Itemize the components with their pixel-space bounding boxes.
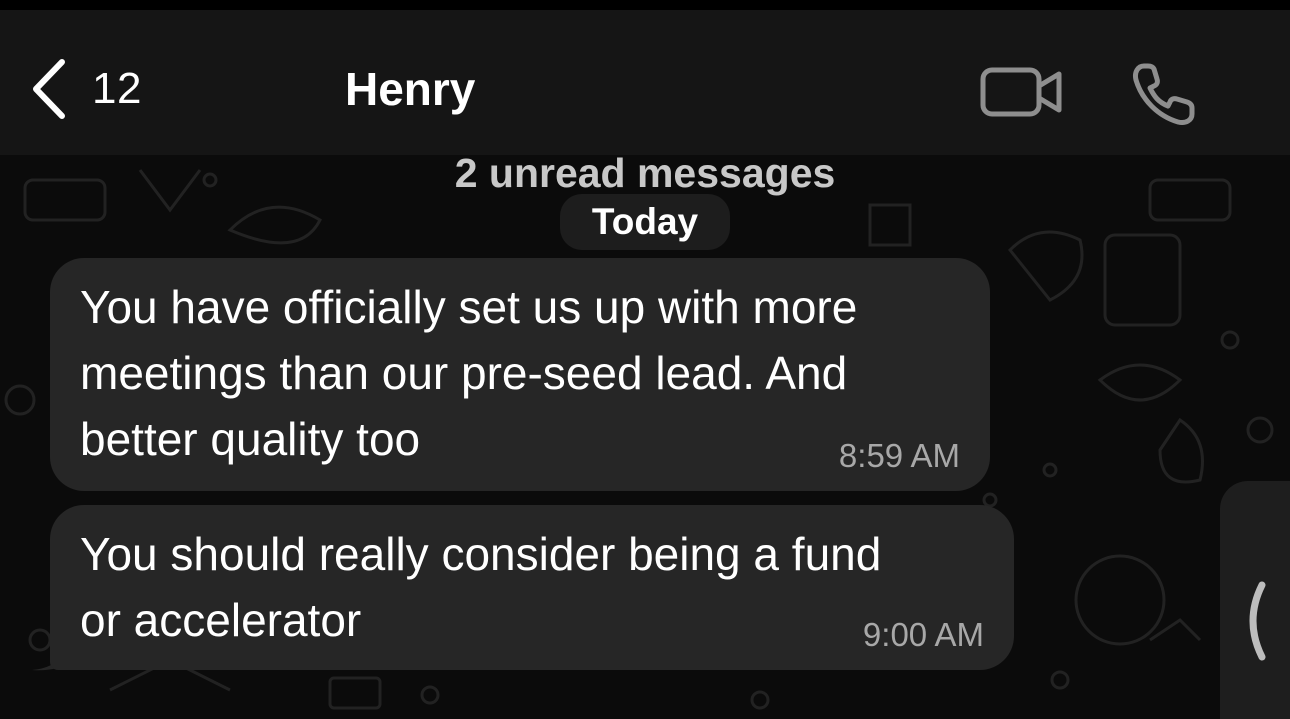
chevron-left-icon bbox=[30, 58, 66, 120]
contact-name[interactable]: Henry bbox=[345, 62, 475, 116]
video-call-button[interactable] bbox=[980, 62, 1064, 122]
unread-messages-banner: 2 unread messages bbox=[0, 150, 1290, 197]
message-bubble[interactable]: You have officially set us up with more … bbox=[50, 258, 990, 491]
chat-header: 12 Henry bbox=[0, 10, 1290, 155]
side-panel-handle[interactable] bbox=[1220, 481, 1290, 719]
message-text: You have officially set us up with more … bbox=[80, 281, 858, 465]
message-timestamp: 8:59 AM bbox=[838, 437, 960, 474]
message-timestamp: 9:00 AM bbox=[862, 616, 984, 653]
back-button[interactable]: 12 bbox=[30, 54, 142, 124]
status-strip bbox=[0, 0, 1290, 10]
unread-count: 12 bbox=[92, 64, 142, 113]
date-separator: Today bbox=[560, 194, 730, 250]
unread-messages-label: 2 unread messages bbox=[454, 150, 836, 196]
voice-call-button[interactable] bbox=[1130, 62, 1196, 128]
phone-icon bbox=[1130, 63, 1196, 132]
message-text: You should really consider being a fund … bbox=[80, 528, 882, 646]
message-bubble[interactable]: You should really consider being a fund … bbox=[50, 505, 1014, 670]
video-camera-icon bbox=[980, 67, 1064, 126]
date-label: Today bbox=[591, 201, 699, 242]
